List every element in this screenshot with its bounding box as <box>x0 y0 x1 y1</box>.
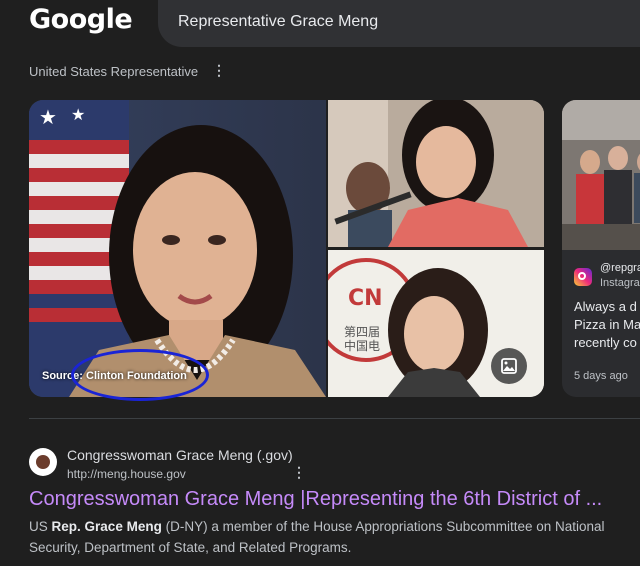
search-box[interactable]: Representative Grace Meng <box>158 0 640 47</box>
result-site-name[interactable]: Congresswoman Grace Meng (.gov) <box>67 447 293 463</box>
instagram-handle: @repgra <box>600 262 640 274</box>
result-url[interactable]: http://meng.house.gov <box>67 467 186 481</box>
section-divider <box>29 418 640 419</box>
instagram-icon <box>574 268 592 286</box>
search-input[interactable]: Representative Grace Meng <box>178 13 378 31</box>
result-title-link[interactable]: Congresswoman Grace Meng |Representing t… <box>29 488 602 511</box>
svg-text:★: ★ <box>71 107 85 124</box>
instagram-post-text: Always a d Pizza in Ma recently co <box>574 298 640 352</box>
snippet-highlight: Rep. <box>51 519 81 534</box>
snippet-highlight: Grace Meng <box>84 519 162 534</box>
speaking-illustration <box>328 100 544 247</box>
svg-text:CN: CN <box>348 286 383 311</box>
annotation-ellipse <box>71 349 209 401</box>
result-more-icon[interactable]: ⋮ <box>292 464 306 480</box>
result-snippet: US Rep. Grace Meng (D-NY) a member of th… <box>29 516 619 558</box>
image-icon <box>501 358 517 374</box>
instagram-site: Instagra <box>600 277 640 289</box>
image-expand-button[interactable] <box>491 348 527 384</box>
speaking-photo-image[interactable] <box>328 100 544 247</box>
svg-text:中国电: 中国电 <box>344 338 380 353</box>
post-text-line: Always a d <box>574 299 637 314</box>
post-text-line: Pizza in Ma <box>574 317 640 332</box>
house-seal-icon <box>29 448 57 476</box>
knowledge-subtitle: United States Representative <box>29 64 199 79</box>
svg-text:第四届: 第四届 <box>344 325 380 339</box>
google-logo[interactable]: Google <box>29 4 133 35</box>
instagram-post-card[interactable]: @repgra Instagra Always a d Pizza in Ma … <box>562 100 640 397</box>
instagram-post-date: 5 days ago <box>574 370 628 382</box>
post-text-line: recently co <box>574 335 637 350</box>
header: Google Representative Grace Meng <box>0 0 640 56</box>
more-options-icon[interactable]: ⋮ <box>212 62 226 78</box>
group-illustration <box>562 100 640 250</box>
image-gallery: ★ ★ Source: Clinton Foundation CN 第四届 中国… <box>29 100 640 401</box>
event-photo-image[interactable]: CN 第四届 中国电 <box>328 250 544 397</box>
svg-text:★: ★ <box>39 107 57 129</box>
instagram-source-row: @repgra Instagra <box>574 260 640 290</box>
instagram-post-photo <box>562 100 640 250</box>
snippet-text: US <box>29 519 52 534</box>
search-result: Congresswoman Grace Meng (.gov) http://m… <box>29 440 640 566</box>
